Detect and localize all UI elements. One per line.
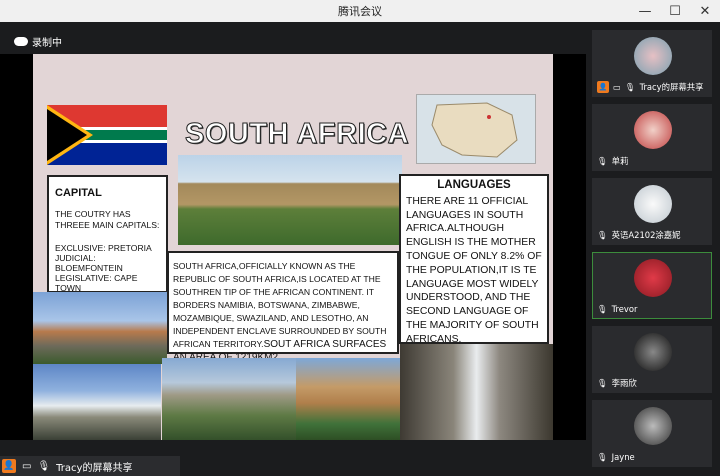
participant-panel: 👤 ▭ 🎙 Tracy的屏幕共享 🎙 单莉 🎙 英语A2102涂嘉妮 🎙 Tre… (588, 22, 720, 476)
participant-name: Tracy的屏幕共享 (639, 82, 704, 92)
title-bar: 腾讯会议 — ☐ ✕ (0, 0, 720, 22)
languages-body: THERE ARE 11 OFFICIAL LANGUAGES IN SOUTH… (406, 195, 542, 345)
share-status-label: Tracy的屏幕共享 (56, 462, 133, 474)
user-icon: 👤 (597, 81, 609, 93)
resort-photo (296, 358, 400, 440)
recording-indicator: 录制中 (14, 34, 62, 49)
participant-name: 单莉 (611, 156, 629, 166)
description-body: SOUTH AFRICA,OFFICIALLY KNOWN AS THE REP… (173, 261, 387, 349)
share-status-bar: 👤 ▭ 🎙 Tracy的屏幕共享 (0, 456, 180, 476)
cloud-icon (14, 37, 28, 46)
capital-judicial: JUDICIAL: BLOEMFONTEIN (55, 253, 123, 274)
stadium-photo (33, 364, 161, 440)
town-photo (162, 358, 296, 440)
participant-name: Jayne (611, 452, 635, 462)
participant-name: 英语A2102涂嘉妮 (611, 230, 681, 240)
avatar (634, 259, 672, 297)
mic-icon: 🎙 (597, 303, 608, 314)
avatar (634, 407, 672, 445)
participant-tile[interactable]: 🎙 单莉 (592, 104, 712, 171)
description-box: SOUTH AFRICA,OFFICIALLY KNOWN AS THE REP… (167, 251, 399, 363)
recording-label: 录制中 (32, 38, 62, 49)
mic-icon: 🎙 (597, 229, 608, 240)
union-buildings-photo (178, 155, 402, 245)
mic-icon: 🎙 (597, 155, 608, 166)
participant-tile[interactable]: 🎙 Jayne (592, 400, 712, 467)
close-button[interactable]: ✕ (690, 0, 720, 22)
avatar (634, 37, 672, 75)
capital-heading: CAPITAL (55, 187, 102, 199)
languages-box: LANGUAGES THERE ARE 11 OFFICIAL LANGUAGE… (399, 174, 549, 345)
screen-share-icon: ▭ (613, 82, 621, 92)
map-image (416, 94, 536, 164)
capital-box: CAPITAL THE COUTRY HAS THREEE MAIN CAPIT… (47, 175, 168, 293)
participant-name: Trevor (611, 304, 638, 314)
avatar (634, 111, 672, 149)
window-title: 腾讯会议 (338, 5, 382, 18)
mic-icon: 🎙 (597, 377, 608, 388)
minimize-button[interactable]: — (630, 0, 660, 22)
participant-tile-active[interactable]: 🎙 Trevor (592, 252, 712, 319)
waterfall-photo (400, 344, 553, 440)
participant-tile[interactable]: 🎙 李雨欣 (592, 326, 712, 393)
languages-heading: LANGUAGES (437, 179, 511, 191)
mic-icon: 🎙 (597, 451, 608, 462)
avatar (634, 185, 672, 223)
south-africa-flag (47, 105, 167, 165)
city-photo (33, 292, 167, 364)
mic-icon: 🎙 (624, 81, 636, 92)
capital-exclusive: EXCLUSIVE: PRETORIA (55, 243, 152, 254)
participant-tile[interactable]: 🎙 英语A2102涂嘉妮 (592, 178, 712, 245)
capital-legislative: LEGISLATIVE: CAPE TOWN (55, 273, 138, 294)
mic-icon: 🎙 (37, 460, 51, 472)
avatar (634, 333, 672, 371)
participant-tile[interactable]: 👤 ▭ 🎙 Tracy的屏幕共享 (592, 30, 712, 97)
screen-share-icon: ▭ (22, 460, 32, 472)
capital-intro: THE COUTRY HAS THREEE MAIN CAPITALS: (55, 209, 160, 231)
participant-name: 李雨欣 (611, 378, 637, 388)
user-icon: 👤 (2, 459, 16, 473)
maximize-button[interactable]: ☐ (660, 0, 690, 22)
slide-title: SOUTH AFRICA (184, 118, 410, 151)
